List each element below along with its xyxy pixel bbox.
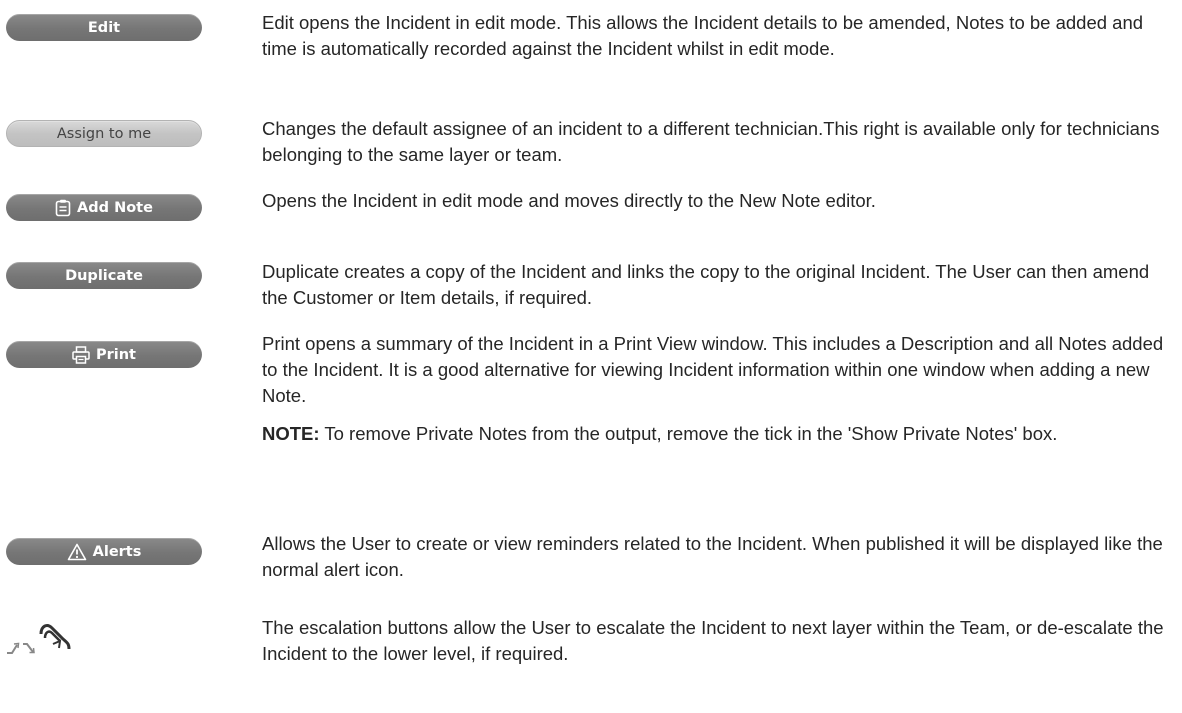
escalate-icon[interactable] [6,641,20,659]
escalation-arrow-icon[interactable] [38,620,72,659]
duplicate-button[interactable]: Duplicate [6,262,202,289]
duplicate-description: Duplicate creates a copy of the Incident… [262,261,1150,308]
edit-description: Edit opens the Incident in edit mode. Th… [262,12,1144,59]
assign-description: Changes the default assignee of an incid… [262,118,1160,165]
escalation-description: The escalation buttons allow the User to… [262,617,1164,664]
escalation-icons [6,619,202,659]
print-note: NOTE: To remove Private Notes from the o… [262,423,1058,444]
printer-icon [72,345,90,364]
warning-triangle-icon [67,543,87,561]
print-button[interactable]: Print [6,341,202,368]
assign-to-me-button[interactable]: Assign to me [6,120,202,147]
add-note-description: Opens the Incident in edit mode and move… [262,190,876,211]
alerts-button[interactable]: Alerts [6,538,202,565]
add-note-button[interactable]: Add Note [6,194,202,221]
de-escalate-icon[interactable] [22,641,36,659]
edit-button[interactable]: Edit [6,14,202,41]
note-icon [55,199,71,217]
print-description: Print opens a summary of the Incident in… [262,331,1172,447]
alerts-description: Allows the User to create or view remind… [262,533,1163,580]
